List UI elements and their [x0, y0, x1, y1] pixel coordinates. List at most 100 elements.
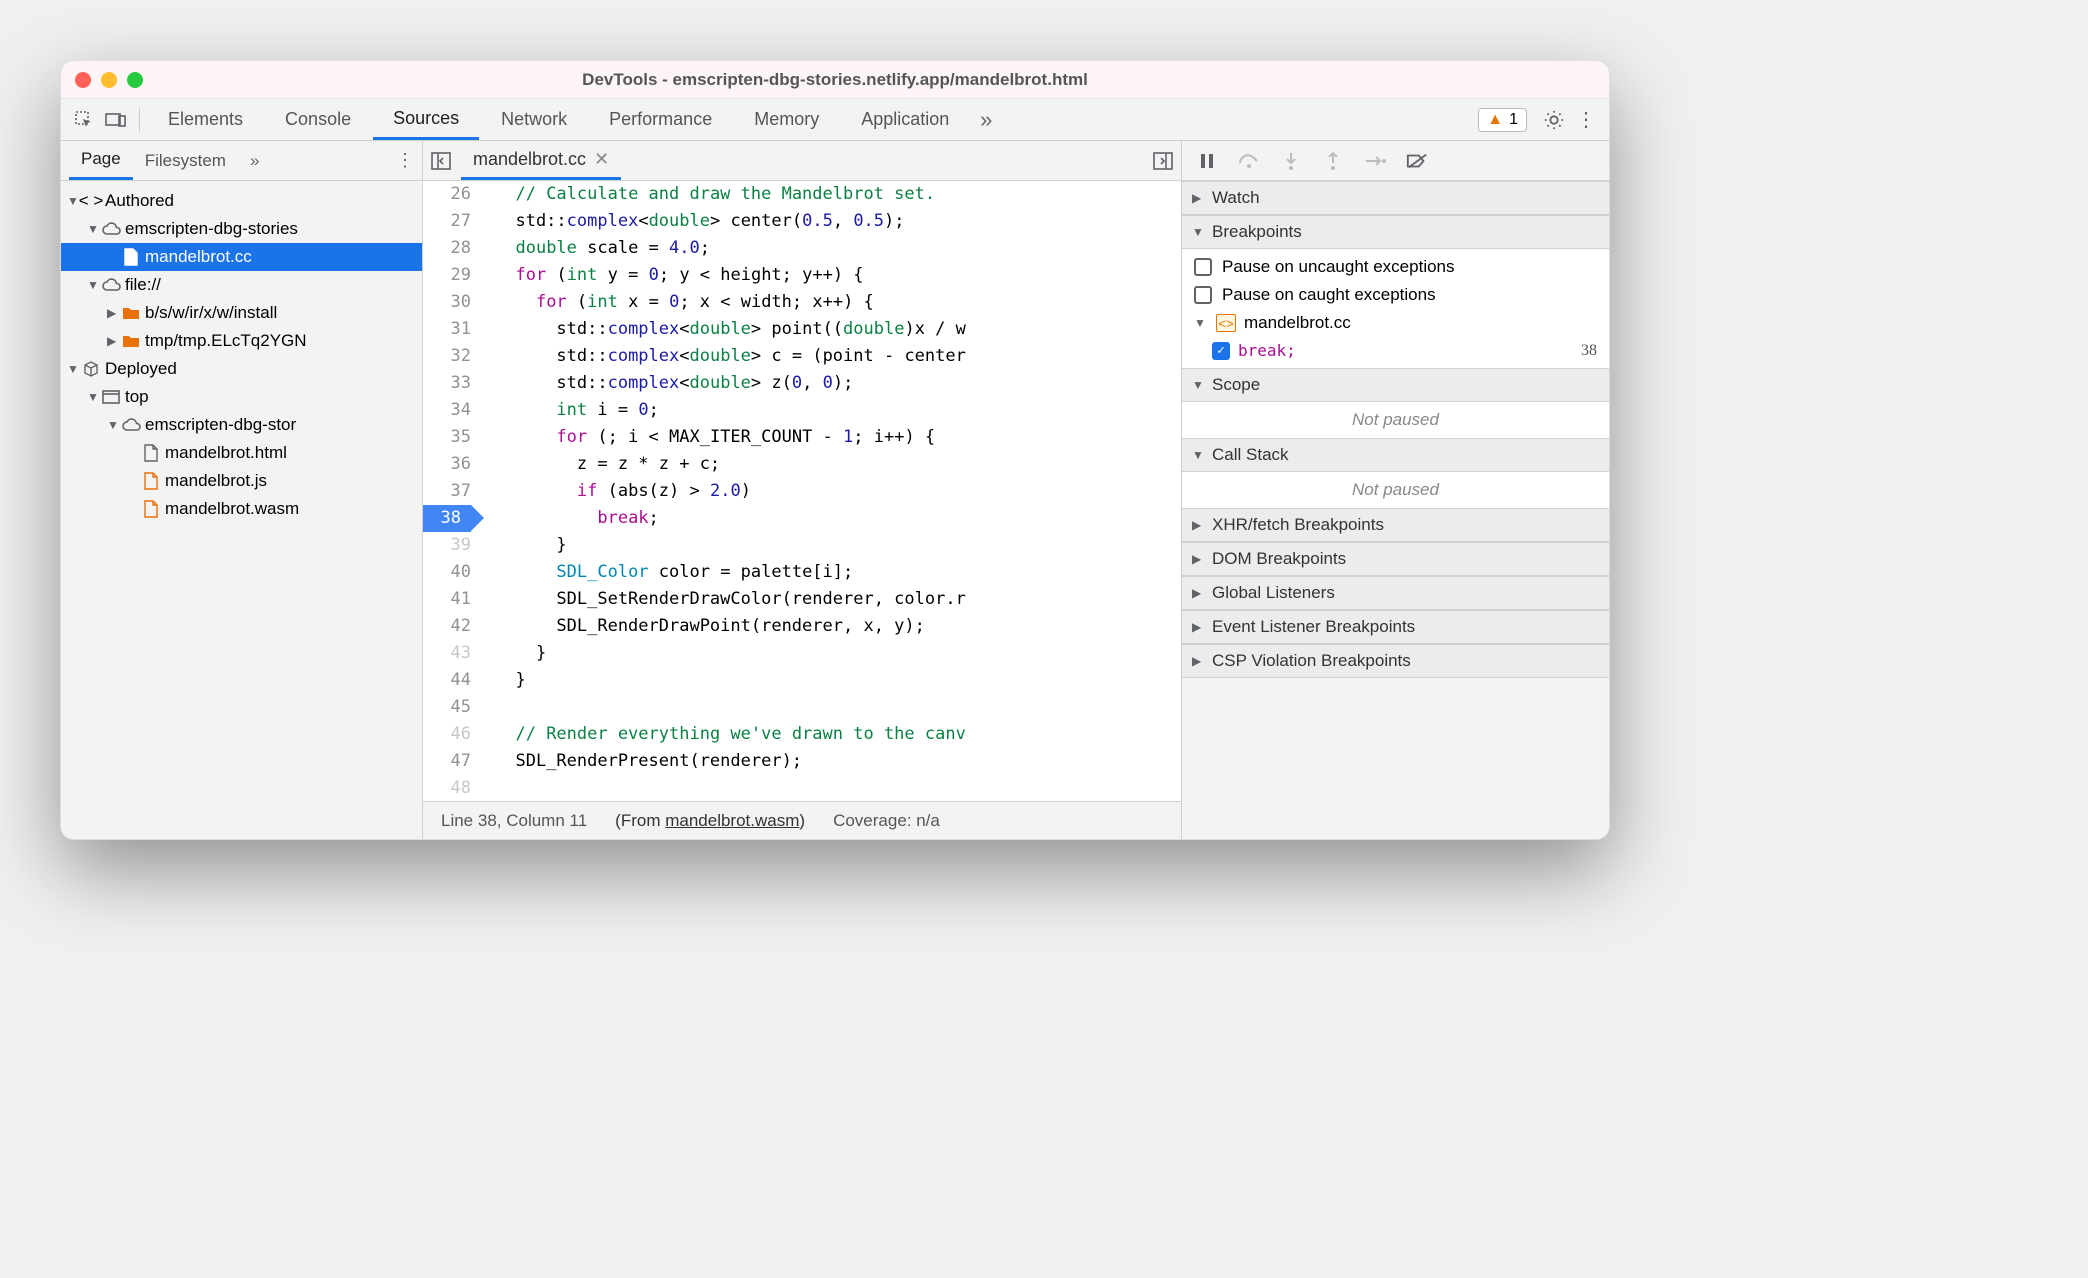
- tree-label: emscripten-dbg-stor: [145, 415, 296, 435]
- tree-cloud-deployed[interactable]: ▼emscripten-dbg-stor: [61, 411, 422, 439]
- section-scope[interactable]: ▼Scope: [1182, 368, 1609, 402]
- tree-file-html[interactable]: mandelbrot.html: [61, 439, 422, 467]
- tree-label: tmp/tmp.ELcTq2YGN: [145, 331, 307, 351]
- section-label: DOM Breakpoints: [1212, 549, 1346, 569]
- device-toolbar-icon[interactable]: [101, 105, 131, 135]
- tree-folder-install[interactable]: ▶b/s/w/ir/x/w/install: [61, 299, 422, 327]
- callstack-not-paused: Not paused: [1182, 472, 1609, 508]
- kebab-menu-icon[interactable]: ⋮: [1571, 105, 1601, 135]
- tab-console[interactable]: Console: [265, 99, 371, 140]
- cursor-position: Line 38, Column 11: [441, 811, 587, 831]
- section-label: Watch: [1212, 188, 1260, 208]
- devtools-window: DevTools - emscripten-dbg-stories.netlif…: [60, 60, 1610, 840]
- editor-tab-label: mandelbrot.cc: [473, 149, 586, 170]
- section-label: Global Listeners: [1212, 583, 1335, 603]
- tree-label: b/s/w/ir/x/w/install: [145, 303, 277, 323]
- deactivate-breakpoints-icon[interactable]: [1406, 150, 1428, 172]
- titlebar: DevTools - emscripten-dbg-stories.netlif…: [61, 61, 1609, 99]
- file-js-icon: [141, 472, 161, 490]
- section-xhr[interactable]: ▶XHR/fetch Breakpoints: [1182, 508, 1609, 542]
- window-title: DevTools - emscripten-dbg-stories.netlif…: [582, 70, 1088, 90]
- tree-file-wasm[interactable]: mandelbrot.wasm: [61, 495, 422, 523]
- debugger-toolbar: [1182, 141, 1609, 181]
- section-label: XHR/fetch Breakpoints: [1212, 515, 1384, 535]
- breakpoint-file-row[interactable]: ▼<>mandelbrot.cc: [1182, 309, 1609, 337]
- tab-performance[interactable]: Performance: [589, 99, 732, 140]
- tree-label: Authored: [105, 191, 174, 211]
- section-label: Breakpoints: [1212, 222, 1302, 242]
- cloud-icon: [121, 418, 141, 432]
- close-window-button[interactable]: [75, 72, 91, 88]
- tree-label: mandelbrot.js: [165, 471, 267, 491]
- section-label: Call Stack: [1212, 445, 1289, 465]
- zoom-window-button[interactable]: [127, 72, 143, 88]
- pause-caught-row[interactable]: Pause on caught exceptions: [1182, 281, 1609, 309]
- tab-network[interactable]: Network: [481, 99, 587, 140]
- tree-top[interactable]: ▼top: [61, 383, 422, 411]
- breakpoint-file-label: mandelbrot.cc: [1244, 313, 1351, 333]
- tab-application[interactable]: Application: [841, 99, 969, 140]
- source-from-link[interactable]: mandelbrot.wasm: [665, 811, 799, 830]
- sidebar-more-tabs-icon[interactable]: »: [238, 141, 271, 180]
- tab-sources[interactable]: Sources: [373, 99, 479, 140]
- section-label: CSP Violation Breakpoints: [1212, 651, 1411, 671]
- tree-authored[interactable]: ▼< >Authored: [61, 187, 422, 215]
- warnings-badge[interactable]: ▲ 1: [1478, 108, 1527, 132]
- section-csp[interactable]: ▶CSP Violation Breakpoints: [1182, 644, 1609, 678]
- editor-tab-mandelbrot[interactable]: mandelbrot.cc ✕: [461, 141, 621, 180]
- section-callstack[interactable]: ▼Call Stack: [1182, 438, 1609, 472]
- tree-file-mandelbrot-cc[interactable]: mandelbrot.cc: [61, 243, 422, 271]
- section-label: Scope: [1212, 375, 1260, 395]
- sidebar-kebab-icon[interactable]: ⋮: [396, 150, 414, 171]
- editor-status-bar: Line 38, Column 11 (From mandelbrot.wasm…: [423, 801, 1181, 839]
- section-label: Event Listener Breakpoints: [1212, 617, 1415, 637]
- tab-elements[interactable]: Elements: [148, 99, 263, 140]
- sidebar-tab-page[interactable]: Page: [69, 141, 133, 180]
- close-tab-icon[interactable]: ✕: [594, 149, 609, 170]
- breakpoints-body: Pause on uncaught exceptions Pause on ca…: [1182, 249, 1609, 368]
- step-icon[interactable]: [1364, 150, 1386, 172]
- settings-icon[interactable]: [1539, 105, 1569, 135]
- section-event[interactable]: ▶Event Listener Breakpoints: [1182, 610, 1609, 644]
- inspect-element-icon[interactable]: [69, 105, 99, 135]
- file-tree: ▼< >Authored ▼emscripten-dbg-stories man…: [61, 181, 422, 529]
- section-dom[interactable]: ▶DOM Breakpoints: [1182, 542, 1609, 576]
- tree-cloud-authored[interactable]: ▼emscripten-dbg-stories: [61, 215, 422, 243]
- pause-icon[interactable]: [1196, 150, 1218, 172]
- tree-label: mandelbrot.wasm: [165, 499, 299, 519]
- toggle-debugger-icon[interactable]: [1153, 152, 1173, 170]
- tree-label: top: [125, 387, 149, 407]
- step-into-icon[interactable]: [1280, 150, 1302, 172]
- tree-folder-tmp[interactable]: ▶tmp/tmp.ELcTq2YGN: [61, 327, 422, 355]
- sidebar-tab-filesystem[interactable]: Filesystem: [133, 141, 238, 180]
- tree-label: file://: [125, 275, 161, 295]
- checkbox-label: Pause on uncaught exceptions: [1222, 257, 1455, 277]
- tab-memory[interactable]: Memory: [734, 99, 839, 140]
- checkbox-caught[interactable]: [1194, 286, 1212, 304]
- breakpoint-marker[interactable]: 38: [423, 505, 471, 532]
- checkbox-uncaught[interactable]: [1194, 258, 1212, 276]
- code-view[interactable]: 2627282930313233343536373839404142434445…: [423, 181, 1181, 801]
- section-watch[interactable]: ▶Watch: [1182, 181, 1609, 215]
- warning-count: 1: [1509, 111, 1518, 129]
- pause-uncaught-row[interactable]: Pause on uncaught exceptions: [1182, 253, 1609, 281]
- tree-deployed[interactable]: ▼Deployed: [61, 355, 422, 383]
- section-global[interactable]: ▶Global Listeners: [1182, 576, 1609, 610]
- minimize-window-button[interactable]: [101, 72, 117, 88]
- line-gutter[interactable]: 2627282930313233343536373839404142434445…: [423, 181, 481, 801]
- code-text[interactable]: // Calculate and draw the Mandelbrot set…: [481, 181, 1181, 801]
- checkbox-breakpoint[interactable]: ✓: [1212, 342, 1230, 360]
- step-over-icon[interactable]: [1238, 150, 1260, 172]
- cloud-icon: [101, 278, 121, 292]
- folder-icon: [121, 306, 141, 320]
- tree-label: mandelbrot.cc: [145, 247, 252, 267]
- step-out-icon[interactable]: [1322, 150, 1344, 172]
- tree-file-js[interactable]: mandelbrot.js: [61, 467, 422, 495]
- breakpoint-code: break;: [1238, 341, 1296, 360]
- source-from: (From mandelbrot.wasm): [615, 811, 805, 831]
- section-breakpoints[interactable]: ▼Breakpoints: [1182, 215, 1609, 249]
- tree-file-scheme[interactable]: ▼file://: [61, 271, 422, 299]
- toggle-navigator-icon[interactable]: [431, 152, 451, 170]
- more-tabs-icon[interactable]: »: [971, 105, 1001, 135]
- breakpoint-row[interactable]: ✓break;38: [1182, 337, 1609, 364]
